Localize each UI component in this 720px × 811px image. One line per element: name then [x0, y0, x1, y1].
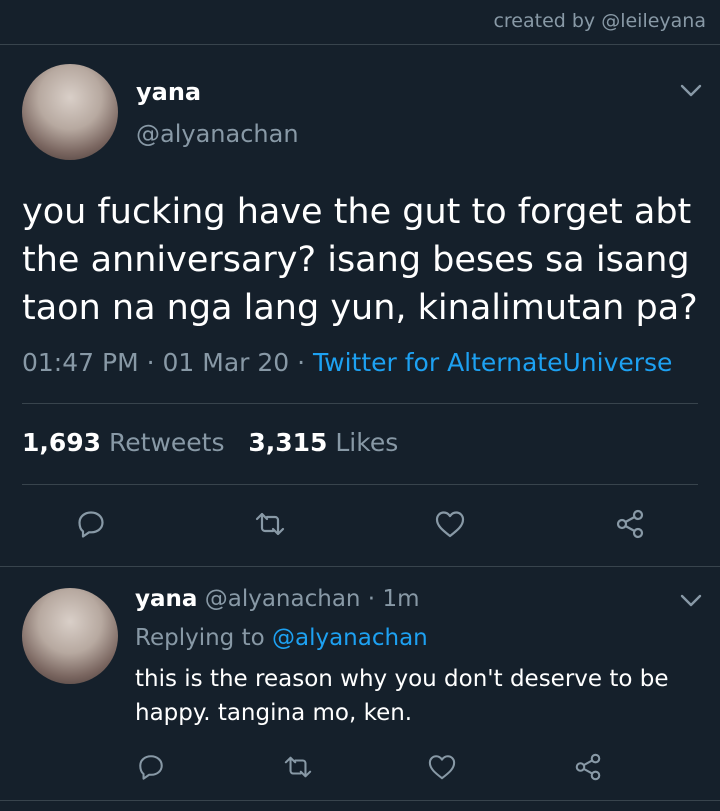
reply-separator: ·: [360, 586, 383, 612]
likes-stat[interactable]: 3,315 Likes: [248, 428, 398, 457]
tweet-text: you fucking have the gut to forget abt t…: [22, 192, 698, 328]
likes-label: Likes: [335, 428, 399, 457]
heart-icon[interactable]: [432, 506, 468, 542]
bottom-divider: [0, 800, 720, 801]
replying-to-link[interactable]: @alyanachan: [272, 625, 428, 651]
meta-divider: [22, 403, 698, 404]
author-handle[interactable]: @alyanachan: [136, 120, 299, 148]
share-icon[interactable]: [612, 506, 648, 542]
share-icon[interactable]: [570, 749, 606, 785]
meta-separator: ·: [289, 348, 314, 377]
likes-count: 3,315: [248, 428, 328, 457]
header-divider: [0, 44, 720, 45]
retweet-icon[interactable]: [280, 749, 316, 785]
stats-divider: [22, 484, 698, 485]
tweet-date: 01 Mar 20: [162, 348, 290, 377]
tweet-source-link[interactable]: Twitter for AlternateUniverse: [313, 348, 672, 377]
reply-text: this is the reason why you don't deserve…: [135, 666, 669, 726]
tweet-time: 01:47 PM: [22, 348, 139, 377]
retweets-label: Retweets: [109, 428, 225, 457]
reply-icon[interactable]: [73, 506, 109, 542]
meta-separator: ·: [138, 348, 163, 377]
reply-age: 1m: [382, 586, 420, 612]
engagement-stats: 1,693 Retweets 3,315 Likes: [22, 428, 398, 457]
reply-avatar[interactable]: [22, 588, 118, 684]
author-name[interactable]: yana: [136, 78, 201, 106]
avatar[interactable]: [22, 64, 118, 160]
reply-header: yana @alyanachan · 1m: [135, 586, 419, 612]
chevron-down-icon[interactable]: [680, 84, 702, 98]
retweets-stat[interactable]: 1,693 Retweets: [22, 428, 225, 457]
replying-to-line: Replying to @alyanachan: [135, 625, 428, 651]
tweet-divider: [0, 566, 720, 567]
retweets-count: 1,693: [22, 428, 102, 457]
credit-text: created by @leileyana: [493, 10, 706, 32]
chevron-down-icon[interactable]: [680, 594, 702, 608]
reply-author-handle[interactable]: @alyanachan: [205, 586, 361, 612]
reply-icon[interactable]: [133, 749, 169, 785]
heart-icon[interactable]: [424, 749, 460, 785]
reply-author-name[interactable]: yana: [135, 586, 197, 612]
retweet-icon[interactable]: [252, 506, 288, 542]
tweet-meta: 01:47 PM · 01 Mar 20 · Twitter for Alter…: [22, 348, 672, 377]
replying-to-label: Replying to: [135, 625, 265, 651]
